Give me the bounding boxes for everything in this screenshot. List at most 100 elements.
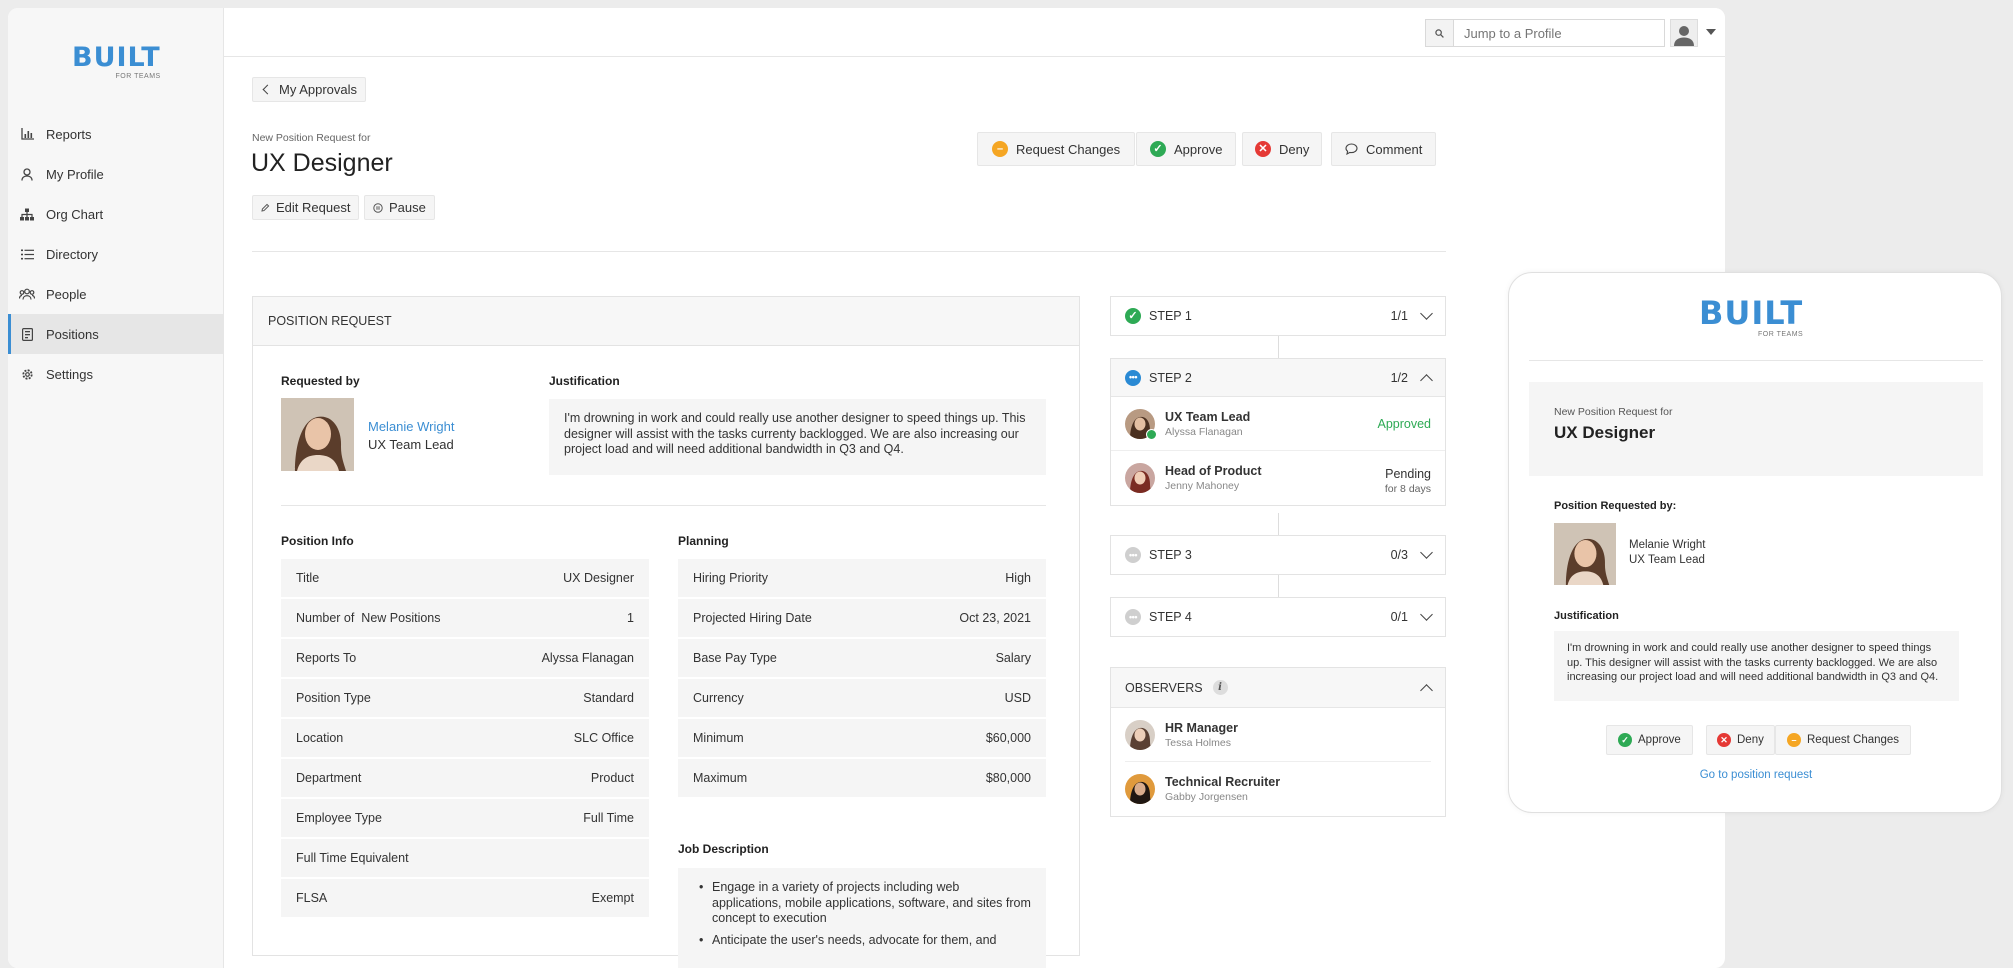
edit-request-button[interactable]: Edit Request <box>252 195 360 220</box>
status-badge: Pending <box>1385 467 1431 481</box>
sidebar-item-directory[interactable]: Directory <box>8 234 224 274</box>
mobile-request-changes-button[interactable]: – Request Changes <box>1775 725 1912 755</box>
observer-role: HR Manager <box>1165 720 1238 735</box>
table-row: Hiring Priority High <box>678 559 1046 599</box>
row-value: UX Designer <box>563 571 634 585</box>
sidebar-item-settings[interactable]: Settings <box>8 354 224 394</box>
sidebar-item-label: Directory <box>46 246 99 262</box>
sidebar-item-people[interactable]: People <box>8 274 224 314</box>
mobile-requester-role: UX Team Lead <box>1629 554 1705 566</box>
step-3-header[interactable]: ••• STEP 3 0/3 <box>1111 536 1445 574</box>
profile-search[interactable] <box>1425 19 1665 47</box>
sidebar-item-my-profile[interactable]: My Profile <box>8 154 224 194</box>
pending-dots-icon: ••• <box>1125 547 1141 563</box>
brand-logo[interactable]: BUILT FOR TEAMS <box>72 44 161 80</box>
job-description-label: Job Description <box>678 842 769 856</box>
user-menu-caret-icon[interactable] <box>1706 29 1716 35</box>
row-value: Exempt <box>591 891 634 905</box>
back-to-approvals-button[interactable]: My Approvals <box>252 77 367 102</box>
pending-status: Pending for 8 days <box>1385 461 1431 495</box>
chevron-up-icon[interactable] <box>1420 373 1433 387</box>
observer-avatar <box>1125 719 1155 750</box>
step-label: STEP 3 <box>1149 548 1192 562</box>
deny-label: Deny <box>1279 141 1310 157</box>
step-count: 0/1 <box>1390 610 1408 624</box>
observers-header[interactable]: OBSERVERS i <box>1111 668 1445 708</box>
step-connector <box>1278 336 1279 358</box>
approve-button[interactable]: ✓ Approve <box>1136 132 1237 166</box>
pause-button[interactable]: Pause <box>364 195 435 220</box>
mobile-justification-text: I'm drowning in work and could really us… <box>1554 631 1959 701</box>
page-title: UX Designer <box>251 149 393 177</box>
user-icon <box>19 166 35 182</box>
mobile-deny-button[interactable]: ✕ Deny <box>1706 725 1775 755</box>
job-description-box: • Engage in a variety of projects includi… <box>678 868 1046 968</box>
request-changes-button[interactable]: – Request Changes <box>977 132 1136 166</box>
row-label: Number of New Positions <box>296 611 441 625</box>
logo-wordmark: BUILT <box>1699 294 1804 332</box>
step-count: 0/3 <box>1390 548 1408 562</box>
planning-label: Planning <box>678 534 729 548</box>
go-to-position-request-link[interactable]: Go to position request <box>1509 769 2003 781</box>
position-request-title: POSITION REQUEST <box>268 314 392 328</box>
approver-avatar <box>1125 408 1157 440</box>
mobile-approve-button[interactable]: ✓ Approve <box>1606 725 1693 755</box>
chevron-down-icon[interactable] <box>1420 546 1433 559</box>
sidebar-item-reports[interactable]: Reports <box>8 114 224 154</box>
deny-button[interactable]: ✕ Deny <box>1242 132 1323 166</box>
info-icon[interactable]: i <box>1212 680 1228 695</box>
bar-chart-icon <box>19 126 35 142</box>
in-progress-icon: ••• <box>1125 369 1141 386</box>
row-value: Alyssa Flanagan <box>541 651 634 665</box>
chevron-down-icon[interactable] <box>1420 307 1433 320</box>
mobile-approve-label: Approve <box>1638 734 1681 746</box>
observer-text: HR Manager Tessa Holmes <box>1165 721 1238 749</box>
step-4-header[interactable]: ••• STEP 4 0/1 <box>1111 598 1445 636</box>
requester-name-link[interactable]: Melanie Wright <box>368 419 454 434</box>
approved-check-icon <box>1146 428 1157 440</box>
list-item: • Engage in a variety of projects includi… <box>699 880 1031 927</box>
table-row: FLSA Exempt <box>281 879 649 919</box>
approver-role: UX Team Lead <box>1165 409 1251 424</box>
top-bar <box>224 8 1725 57</box>
row-label: Reports To <box>296 651 357 665</box>
step-connector <box>1278 513 1279 535</box>
row-label: Department <box>296 771 362 785</box>
row-value: Oct 23, 2021 <box>959 611 1031 625</box>
table-row: Location SLC Office <box>281 719 649 759</box>
row-label: Hiring Priority <box>693 571 769 585</box>
sidebar-item-org-chart[interactable]: Org Chart <box>8 194 224 234</box>
row-label: Employee Type <box>296 811 382 825</box>
row-label: Base Pay Type <box>693 651 777 665</box>
bullet-text: Engage in a variety of projects includin… <box>712 880 1031 925</box>
observer-name: Gabby Jorgensen <box>1165 791 1248 803</box>
row-value: High <box>1005 571 1031 585</box>
observer-row: Technical Recruiter Gabby Jorgensen <box>1111 762 1445 816</box>
user-avatar-button[interactable] <box>1670 19 1698 47</box>
step-1-header[interactable]: ✓ STEP 1 1/1 <box>1111 297 1445 335</box>
step-4: ••• STEP 4 0/1 <box>1110 597 1446 637</box>
comment-button[interactable]: Comment <box>1331 132 1437 166</box>
observer-avatar <box>1125 774 1155 804</box>
comment-icon <box>1345 143 1358 155</box>
mobile-requester-photo <box>1554 523 1616 585</box>
chevron-down-icon[interactable] <box>1420 608 1433 621</box>
justification-label: Justification <box>549 374 620 388</box>
row-value: 1 <box>627 611 634 625</box>
search-input[interactable] <box>1454 25 1654 41</box>
table-row: Number of New Positions 1 <box>281 599 649 639</box>
step-2-header[interactable]: ••• STEP 2 1/2 <box>1111 359 1445 397</box>
row-label: Maximum <box>693 771 748 785</box>
chevron-up-icon[interactable] <box>1420 683 1433 697</box>
pending-dots-icon: ••• <box>1125 609 1141 625</box>
list-icon <box>19 246 35 262</box>
row-label: Location <box>296 731 344 745</box>
sidebar-item-positions[interactable]: Positions <box>8 314 224 354</box>
row-value: SLC Office <box>573 731 634 745</box>
step-label: STEP 4 <box>1149 610 1192 624</box>
row-label: Title <box>296 571 320 585</box>
sidebar-item-label: My Profile <box>46 166 104 182</box>
bullet: • <box>699 880 704 894</box>
sidebar-item-label: People <box>46 286 87 302</box>
table-row: Base Pay Type Salary <box>678 639 1046 679</box>
